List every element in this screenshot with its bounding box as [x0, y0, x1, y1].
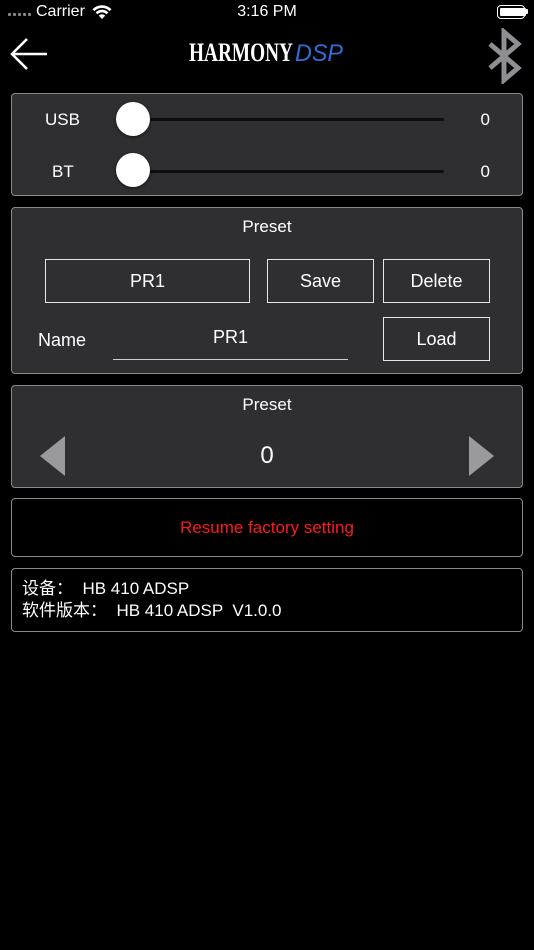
device-name-line: 设备： HB 410 ADSP	[22, 579, 190, 598]
battery-icon	[497, 5, 528, 19]
logo-accent: DSP	[295, 40, 343, 67]
preset-selector-panel: Preset 0	[11, 385, 523, 488]
status-time: 3:16 PM	[237, 3, 297, 20]
save-button[interactable]: Save	[267, 259, 374, 303]
preset-selector-value: 0	[260, 442, 274, 469]
status-bar: Carrier 3:16 PM	[0, 0, 534, 26]
bluetooth-icon	[488, 26, 522, 86]
bluetooth-button[interactable]	[484, 26, 526, 89]
preset-pr1-button[interactable]: PR1	[45, 259, 250, 303]
usb-slider-thumb[interactable]	[116, 102, 150, 136]
preset-selector-title: Preset	[242, 395, 292, 414]
bt-slider-track[interactable]	[122, 170, 444, 173]
resume-factory-setting-button[interactable]: Resume factory setting	[11, 498, 523, 557]
preset-name-input[interactable]: PR1	[113, 327, 348, 360]
usb-label: USB	[45, 110, 80, 129]
software-version-line: 软件版本： HB 410 ADSP V1.0.0	[22, 601, 282, 620]
bt-label: BT	[52, 162, 74, 181]
logo-text: HARMONY	[189, 38, 293, 67]
app-logo: HARMONY DSP	[0, 34, 534, 79]
triangle-right-icon	[469, 436, 494, 476]
next-preset-button[interactable]	[469, 436, 494, 476]
usb-value: 0	[480, 110, 490, 129]
name-label: Name	[38, 330, 87, 350]
device-info-box: 设备： HB 410 ADSP 软件版本： HB 410 ADSP V1.0.0	[11, 568, 523, 632]
preset-editor-panel: Preset PR1 Save Delete Name PR1 Load	[11, 207, 523, 374]
bt-value: 0	[480, 162, 490, 181]
load-button[interactable]: Load	[383, 317, 490, 361]
delete-button[interactable]: Delete	[383, 259, 490, 303]
bt-slider-thumb[interactable]	[116, 153, 150, 187]
usb-slider-track[interactable]	[122, 118, 444, 121]
volume-panel: USB 0 BT 0	[11, 93, 523, 196]
preset-editor-title: Preset	[242, 217, 292, 236]
